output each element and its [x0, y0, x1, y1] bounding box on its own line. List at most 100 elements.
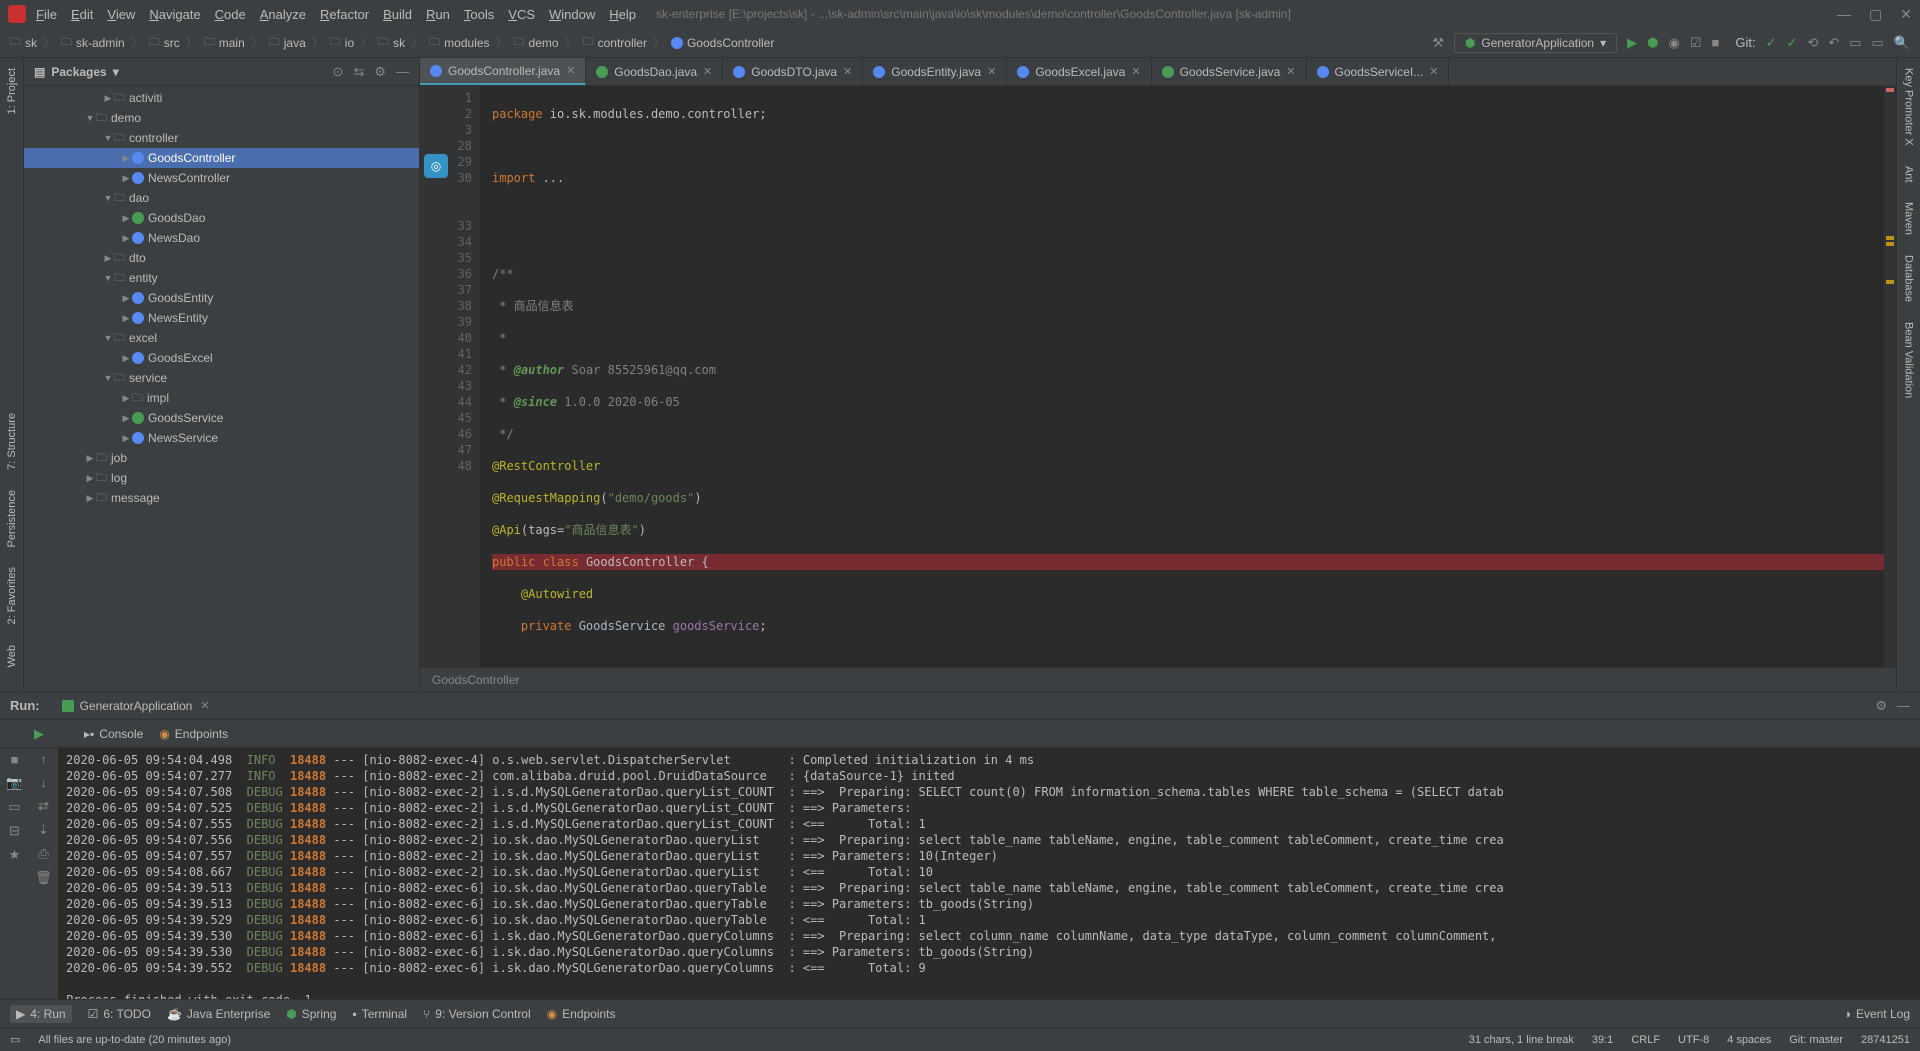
menu-window[interactable]: Window [549, 7, 595, 22]
status-git-branch[interactable]: Git: master [1789, 1034, 1843, 1046]
tree-node-excel[interactable]: ▼🗀excel [24, 328, 419, 348]
tree-node-dto[interactable]: ▶🗀dto [24, 248, 419, 268]
run-icon[interactable]: ▶ [1627, 35, 1637, 51]
tree-node-goodscontroller[interactable]: ▶GoodsController [24, 148, 419, 168]
editor-tab[interactable]: GoodsEntity.java✕ [863, 58, 1007, 85]
endpoints-tab[interactable]: ◉ Endpoints [159, 727, 228, 741]
menu-tools[interactable]: Tools [464, 7, 494, 22]
wrap-icon[interactable]: ⇄ [38, 798, 49, 814]
editor-marker-strip[interactable] [1884, 86, 1896, 667]
breadcrumb-item[interactable]: 🗀controller [583, 33, 647, 52]
breadcrumb-item[interactable]: 🗀demo [514, 33, 559, 52]
run-tool-button[interactable]: ▶4: Run [10, 1005, 72, 1023]
tree-node-activiti[interactable]: ▶🗀activiti [24, 88, 419, 108]
tree-node-newsentity[interactable]: ▶NewsEntity [24, 308, 419, 328]
git-commit-icon[interactable]: ✓ [1787, 35, 1798, 51]
status-cursor-pos[interactable]: 39:1 [1592, 1034, 1613, 1046]
menu-vcs[interactable]: VCS [508, 7, 535, 22]
code-area[interactable]: package io.sk.modules.demo.controller; i… [480, 86, 1884, 667]
print-icon[interactable]: ⎙ [38, 846, 48, 862]
menu-code[interactable]: Code [215, 7, 246, 22]
vcs-status[interactable]: All files are up-to-date (20 minutes ago… [38, 1034, 231, 1046]
breadcrumb-item[interactable]: 🗀src [149, 33, 180, 52]
git-compare-icon[interactable]: ▭ [1872, 35, 1884, 51]
tree-node-message[interactable]: ▶🗀message [24, 488, 419, 508]
tree-node-job[interactable]: ▶🗀job [24, 448, 419, 468]
close-icon[interactable]: ✕ [987, 65, 996, 78]
editor-tab[interactable]: GoodsService.java✕ [1152, 58, 1307, 85]
breadcrumb-item[interactable]: 🗀sk-admin [61, 33, 125, 52]
close-icon[interactable]: ✕ [566, 64, 575, 77]
breadcrumb-item[interactable]: 🗀java [269, 33, 306, 52]
menu-file[interactable]: File [36, 7, 57, 22]
bean-validation-tool-button[interactable]: Bean Validation [1901, 318, 1917, 402]
status-line-separator[interactable]: CRLF [1631, 1034, 1660, 1046]
editor-tab[interactable]: GoodsDTO.java✕ [723, 58, 863, 85]
close-icon[interactable]: ✕ [1286, 65, 1295, 78]
run-configuration-select[interactable]: ⬢ GeneratorApplication ▾ [1454, 33, 1617, 53]
editor-tab[interactable]: GoodsServiceI...✕ [1307, 58, 1450, 85]
close-icon[interactable]: ✕ [1131, 65, 1140, 78]
web-tool-button[interactable]: Web [4, 641, 20, 671]
minimize-icon[interactable]: — [1837, 6, 1851, 23]
tree-node-goodsexcel[interactable]: ▶GoodsExcel [24, 348, 419, 368]
menu-navigate[interactable]: Navigate [149, 7, 200, 22]
editor-tab[interactable]: GoodsExcel.java✕ [1007, 58, 1151, 85]
ant-tool-button[interactable]: Ant [1901, 162, 1917, 187]
tree-node-controller[interactable]: ▼🗀controller [24, 128, 419, 148]
menu-run[interactable]: Run [426, 7, 450, 22]
event-log-tool-button[interactable]: ◑Event Log [1844, 1007, 1910, 1021]
tree-node-newscontroller[interactable]: ▶NewsController [24, 168, 419, 188]
database-tool-button[interactable]: Database [1901, 251, 1917, 306]
breadcrumb-item[interactable]: 🗀sk [10, 33, 37, 52]
tree-node-dao[interactable]: ▼🗀dao [24, 188, 419, 208]
structure-tool-button[interactable]: 7: Structure [4, 409, 20, 474]
stop-icon[interactable]: ■ [11, 752, 19, 767]
clear-icon[interactable]: 🗑 [35, 870, 52, 886]
java-enterprise-tool-button[interactable]: ☕Java Enterprise [167, 1007, 270, 1021]
tree-node-service[interactable]: ▼🗀service [24, 368, 419, 388]
menu-refactor[interactable]: Refactor [320, 7, 369, 22]
menu-analyze[interactable]: Analyze [260, 7, 306, 22]
tree-node-newsdao[interactable]: ▶NewsDao [24, 228, 419, 248]
menu-build[interactable]: Build [383, 7, 412, 22]
camera-icon[interactable]: 📷 [6, 775, 22, 791]
minimize-panel-icon[interactable]: — [1897, 698, 1910, 713]
menu-edit[interactable]: Edit [71, 7, 93, 22]
down-icon[interactable]: ↓ [40, 775, 47, 790]
tree-node-demo[interactable]: ▼🗀demo [24, 108, 419, 128]
close-icon[interactable]: ✕ [843, 65, 852, 78]
version-control-tool-button[interactable]: ⑂9: Version Control [423, 1007, 531, 1021]
git-history-icon[interactable]: ⟲ [1807, 35, 1818, 51]
breadcrumb-item[interactable]: 🗀main [204, 33, 245, 52]
git-push-icon[interactable]: ▭ [1849, 35, 1861, 51]
favorites-tool-button[interactable]: 2: Favorites [4, 563, 20, 628]
editor-breadcrumb[interactable]: GoodsController [420, 667, 1896, 691]
breadcrumb-item[interactable]: 🗀io [330, 33, 354, 52]
debug-icon[interactable]: ⬢ [1647, 35, 1658, 51]
breadcrumb-item[interactable]: 🗀sk [378, 33, 405, 52]
maximize-icon[interactable]: ▢ [1869, 6, 1882, 23]
locate-icon[interactable]: ⊙ [333, 64, 344, 80]
expand-icon[interactable]: ⇆ [353, 64, 364, 80]
run-tab[interactable]: GeneratorApplication ✕ [52, 692, 220, 719]
close-icon[interactable]: ✕ [1429, 65, 1438, 78]
packages-tree[interactable]: ▶🗀activiti▼🗀demo▼🗀controller▶GoodsContro… [24, 86, 419, 691]
editor-tab[interactable]: GoodsDao.java✕ [586, 58, 723, 85]
gear-icon[interactable]: ⚙ [1875, 698, 1887, 714]
endpoints-tool-button[interactable]: ◉Endpoints [547, 1007, 616, 1021]
console-output[interactable]: 2020-06-05 09:54:04.498 INFO 18488 --- [… [58, 748, 1920, 999]
tree-node-entity[interactable]: ▼🗀entity [24, 268, 419, 288]
tree-node-impl[interactable]: ▶🗀impl [24, 388, 419, 408]
close-icon[interactable]: ✕ [1900, 6, 1912, 23]
tree-node-goodsentity[interactable]: ▶GoodsEntity [24, 288, 419, 308]
tree-node-newsservice[interactable]: ▶NewsService [24, 428, 419, 448]
tree-node-log[interactable]: ▶🗀log [24, 468, 419, 488]
gear-icon[interactable]: ⚙ [374, 64, 386, 80]
git-update-icon[interactable]: ✓ [1766, 35, 1777, 51]
assist-icon[interactable]: ◎ [424, 154, 448, 178]
project-tool-button[interactable]: 1: Project [4, 64, 20, 118]
rerun-icon[interactable]: ▶ [34, 726, 44, 742]
breadcrumb-item[interactable]: 🗀modules [429, 33, 489, 52]
status-encoding[interactable]: UTF-8 [1678, 1034, 1709, 1046]
